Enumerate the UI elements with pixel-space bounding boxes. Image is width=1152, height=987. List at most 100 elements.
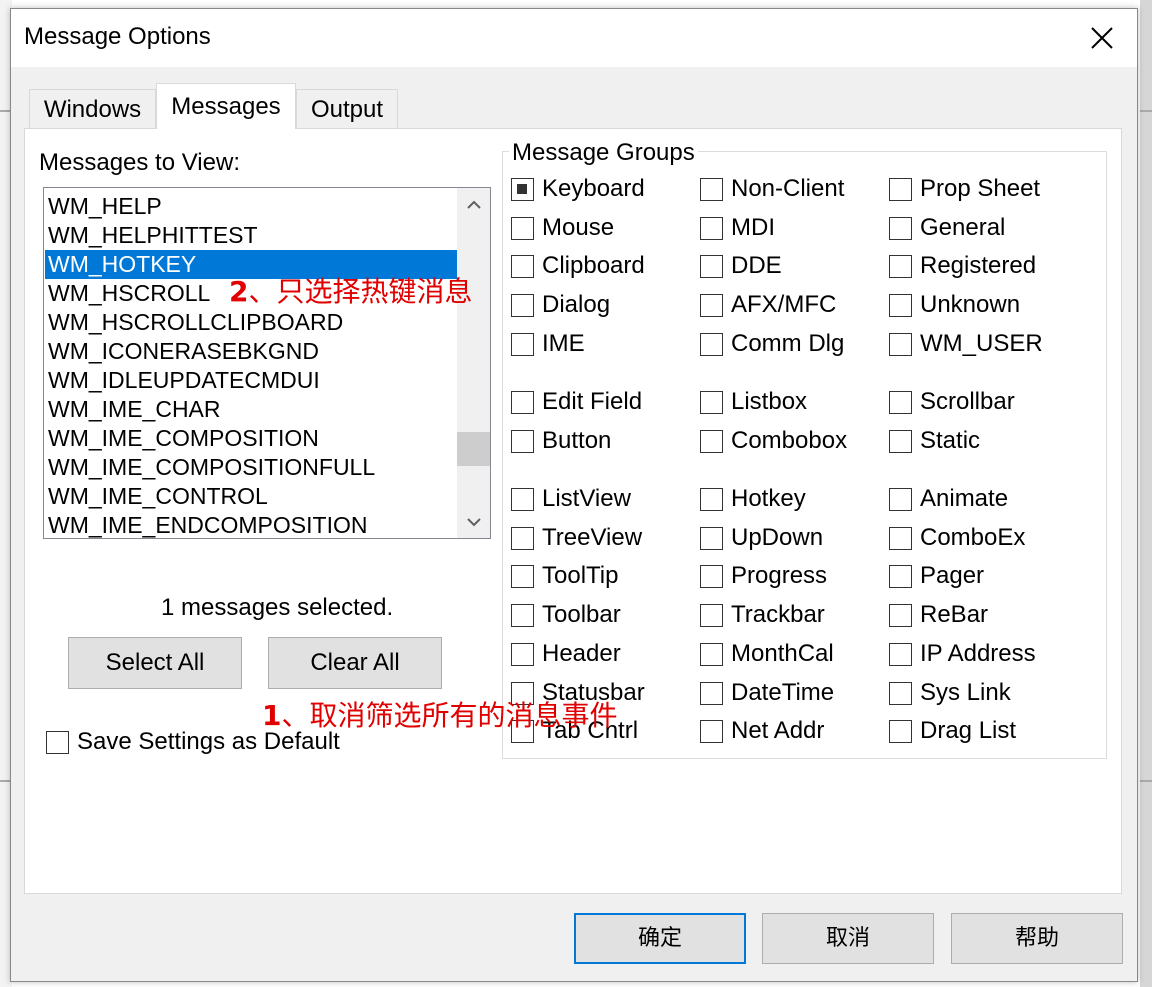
group-sys-link[interactable]: Sys Link [889, 679, 1011, 707]
group-wm-user[interactable]: WM_USER [889, 330, 1043, 358]
group-comboex[interactable]: ComboEx [889, 524, 1025, 552]
group-treeview[interactable]: TreeView [511, 524, 642, 552]
group-keyboard-checkbox[interactable] [511, 177, 534, 201]
list-item[interactable]: WM_HSCROLLCLIPBOARD [45, 308, 457, 337]
group-combobox[interactable]: Combobox [700, 427, 847, 455]
group-mdi-checkbox[interactable] [700, 216, 723, 240]
close-button[interactable] [1073, 15, 1131, 61]
list-item[interactable]: WM_IME_ENDCOMPOSITION [45, 511, 457, 538]
group-prop-sheet-checkbox[interactable] [889, 177, 912, 201]
list-item[interactable]: WM_IME_COMPOSITIONFULL [45, 453, 457, 482]
group-general[interactable]: General [889, 214, 1005, 242]
group-listbox-checkbox[interactable] [700, 390, 723, 414]
group-comm-dlg-checkbox[interactable] [700, 332, 723, 356]
group-mouse[interactable]: Mouse [511, 214, 614, 242]
group-dialog[interactable]: Dialog [511, 291, 610, 319]
group-ip-address[interactable]: IP Address [889, 640, 1036, 668]
list-item[interactable]: WM_IME_COMPOSITION [45, 424, 457, 453]
group-dialog-checkbox[interactable] [511, 293, 534, 317]
group-scrollbar-checkbox[interactable] [889, 390, 912, 414]
select-all-button[interactable]: Select All [68, 637, 242, 689]
group-header-checkbox[interactable] [511, 642, 534, 666]
list-item[interactable]: WM_ICONERASEBKGND [45, 337, 457, 366]
group-tooltip[interactable]: ToolTip [511, 562, 618, 590]
group-afx-mfc-checkbox[interactable] [700, 293, 723, 317]
group-ime[interactable]: IME [511, 330, 585, 358]
group-tooltip-checkbox[interactable] [511, 564, 534, 588]
scroll-down-button[interactable] [457, 505, 490, 538]
group-rebar[interactable]: ReBar [889, 601, 988, 629]
group-hotkey-checkbox[interactable] [700, 487, 723, 511]
group-listview[interactable]: ListView [511, 485, 631, 513]
group-drag-list[interactable]: Drag List [889, 717, 1016, 745]
group-dde-checkbox[interactable] [700, 254, 723, 278]
group-edit-field[interactable]: Edit Field [511, 388, 642, 416]
group-keyboard[interactable]: Keyboard [511, 175, 645, 203]
ok-button[interactable]: 确定 [574, 913, 746, 964]
group-rebar-checkbox[interactable] [889, 603, 912, 627]
group-clipboard-checkbox[interactable] [511, 254, 534, 278]
title-bar[interactable]: Message Options [11, 9, 1137, 67]
group-header[interactable]: Header [511, 640, 621, 668]
list-item[interactable]: WM_IME_CHAR [45, 395, 457, 424]
group-ime-checkbox[interactable] [511, 332, 534, 356]
group-listbox[interactable]: Listbox [700, 388, 807, 416]
group-toolbar[interactable]: Toolbar [511, 601, 621, 629]
group-progress[interactable]: Progress [700, 562, 827, 590]
group-afx-mfc[interactable]: AFX/MFC [700, 291, 836, 319]
messages-listbox[interactable]: WM_HELP WM_HELPHITTEST WM_HOTKEY WM_HSCROLL… [43, 187, 491, 539]
group-registered[interactable]: Registered [889, 252, 1036, 280]
group-updown[interactable]: UpDown [700, 524, 823, 552]
list-item[interactable]: WM_HELP [45, 192, 457, 221]
group-static[interactable]: Static [889, 427, 980, 455]
list-item[interactable]: WM_HELPHITTEST [45, 221, 457, 250]
clear-all-button[interactable]: Clear All [268, 637, 442, 689]
group-comm-dlg[interactable]: Comm Dlg [700, 330, 844, 358]
group-trackbar[interactable]: Trackbar [700, 601, 825, 629]
group-drag-list-checkbox[interactable] [889, 719, 912, 743]
group-prop-sheet[interactable]: Prop Sheet [889, 175, 1040, 203]
cancel-button[interactable]: 取消 [762, 913, 934, 964]
group-button[interactable]: Button [511, 427, 611, 455]
group-mouse-checkbox[interactable] [511, 216, 534, 240]
list-item[interactable]: WM_IDLEUPDATECMDUI [45, 366, 457, 395]
group-button-checkbox[interactable] [511, 429, 534, 453]
group-ip-address-checkbox[interactable] [889, 642, 912, 666]
group-clipboard[interactable]: Clipboard [511, 252, 645, 280]
group-static-checkbox[interactable] [889, 429, 912, 453]
scroll-up-button[interactable] [457, 188, 490, 221]
group-treeview-checkbox[interactable] [511, 526, 534, 550]
group-mdi[interactable]: MDI [700, 214, 775, 242]
group-comboex-checkbox[interactable] [889, 526, 912, 550]
group-dde[interactable]: DDE [700, 252, 782, 280]
group-datetime[interactable]: DateTime [700, 679, 834, 707]
help-button[interactable]: 帮助 [951, 913, 1123, 964]
group-animate-checkbox[interactable] [889, 487, 912, 511]
group-sys-link-checkbox[interactable] [889, 681, 912, 705]
group-monthcal[interactable]: MonthCal [700, 640, 834, 668]
group-datetime-checkbox[interactable] [700, 681, 723, 705]
group-trackbar-checkbox[interactable] [700, 603, 723, 627]
group-unknown-checkbox[interactable] [889, 293, 912, 317]
group-net-addr[interactable]: Net Addr [700, 717, 824, 745]
save-default-checkbox[interactable] [46, 730, 69, 754]
group-pager-checkbox[interactable] [889, 564, 912, 588]
tab-messages[interactable]: Messages [156, 83, 296, 129]
group-monthcal-checkbox[interactable] [700, 642, 723, 666]
group-combobox-checkbox[interactable] [700, 429, 723, 453]
group-registered-checkbox[interactable] [889, 254, 912, 278]
scrollbar-thumb[interactable] [457, 432, 490, 466]
group-animate[interactable]: Animate [889, 485, 1008, 513]
group-wm-user-checkbox[interactable] [889, 332, 912, 356]
group-net-addr-checkbox[interactable] [700, 719, 723, 743]
group-pager[interactable]: Pager [889, 562, 984, 590]
tab-windows[interactable]: Windows [29, 89, 156, 129]
group-general-checkbox[interactable] [889, 216, 912, 240]
group-non-client[interactable]: Non-Client [700, 175, 844, 203]
group-progress-checkbox[interactable] [700, 564, 723, 588]
list-item[interactable]: WM_IME_CONTROL [45, 482, 457, 511]
group-non-client-checkbox[interactable] [700, 177, 723, 201]
group-edit-field-checkbox[interactable] [511, 390, 534, 414]
group-unknown[interactable]: Unknown [889, 291, 1020, 319]
tab-output[interactable]: Output [296, 89, 398, 129]
